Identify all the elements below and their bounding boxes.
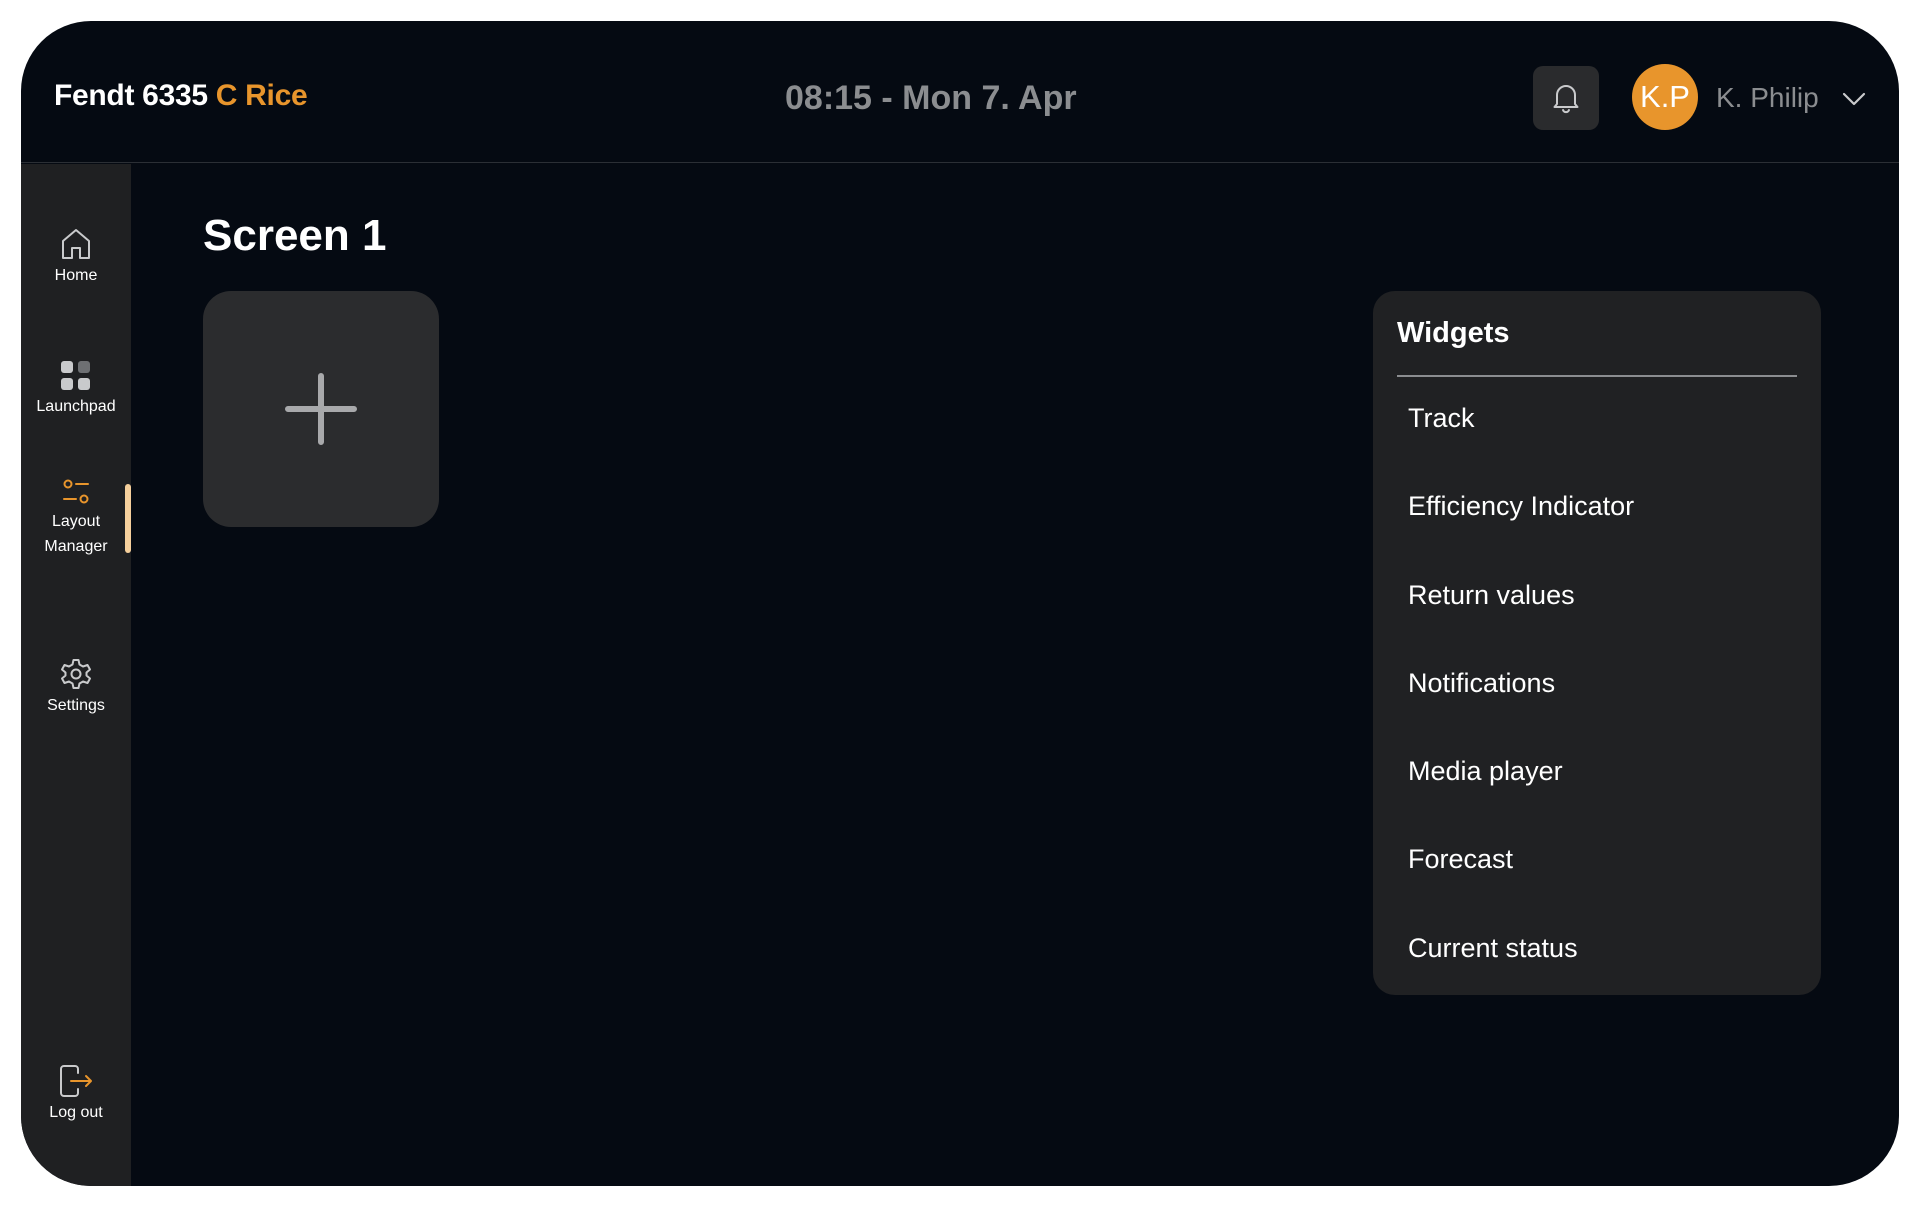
vehicle-title: Fendt 6335 C Rice [54, 79, 308, 113]
sidebar-item-label: Settings [47, 697, 105, 714]
user-name[interactable]: K. Philip [1716, 82, 1819, 114]
chevron-down-icon[interactable] [1839, 84, 1869, 114]
sidebar: Home Launchpad Layout Manager Settings L… [21, 164, 131, 1186]
sidebar-item-home[interactable]: Home [21, 227, 131, 288]
sidebar-item-label: Log out [49, 1104, 103, 1121]
date-time: 08:15 - Mon 7. Apr [785, 79, 1077, 117]
logout-button[interactable]: Log out [21, 1064, 131, 1125]
sliders-icon [63, 479, 89, 504]
widget-item-return-values[interactable]: Return values [1373, 578, 1821, 666]
sidebar-item-label: Launchpad [36, 398, 116, 415]
vehicle-model: Fendt 6335 [54, 79, 208, 112]
sidebar-item-label: Layout Manager [44, 513, 108, 555]
avatar[interactable]: K.P [1632, 64, 1698, 130]
widget-item-current-status[interactable]: Current status [1373, 931, 1821, 1019]
gear-icon [61, 659, 91, 689]
home-icon [62, 229, 90, 259]
widget-item-media-player[interactable]: Media player [1373, 754, 1821, 842]
app-window: Fendt 6335 C Rice 08:15 - Mon 7. Apr K.P… [21, 21, 1899, 1186]
sidebar-item-layout-manager[interactable]: Layout Manager [21, 477, 131, 559]
add-widget-button[interactable] [203, 291, 439, 527]
widget-item-forecast[interactable]: Forecast [1373, 842, 1821, 930]
widget-item-efficiency-indicator[interactable]: Efficiency Indicator [1373, 489, 1821, 577]
widgets-title: Widgets [1397, 317, 1510, 349]
widgets-panel: Widgets Track Efficiency Indicator Retur… [1373, 291, 1821, 995]
top-bar: Fendt 6335 C Rice 08:15 - Mon 7. Apr K.P… [21, 21, 1899, 163]
sidebar-item-label: Home [54, 267, 98, 284]
notifications-button[interactable] [1533, 66, 1599, 130]
widget-item-track[interactable]: Track [1373, 401, 1821, 489]
widget-list: Track Efficiency Indicator Return values… [1373, 401, 1821, 1019]
page-title: Screen 1 [203, 211, 387, 260]
widget-item-notifications[interactable]: Notifications [1373, 666, 1821, 754]
bell-icon [1553, 85, 1579, 114]
vehicle-variant: C Rice [215, 79, 308, 112]
divider [1397, 375, 1797, 377]
logout-icon [60, 1065, 92, 1097]
plus-icon [285, 373, 357, 445]
sidebar-item-launchpad[interactable]: Launchpad [21, 360, 131, 419]
sidebar-item-settings[interactable]: Settings [21, 657, 131, 718]
grid-icon [61, 361, 90, 390]
